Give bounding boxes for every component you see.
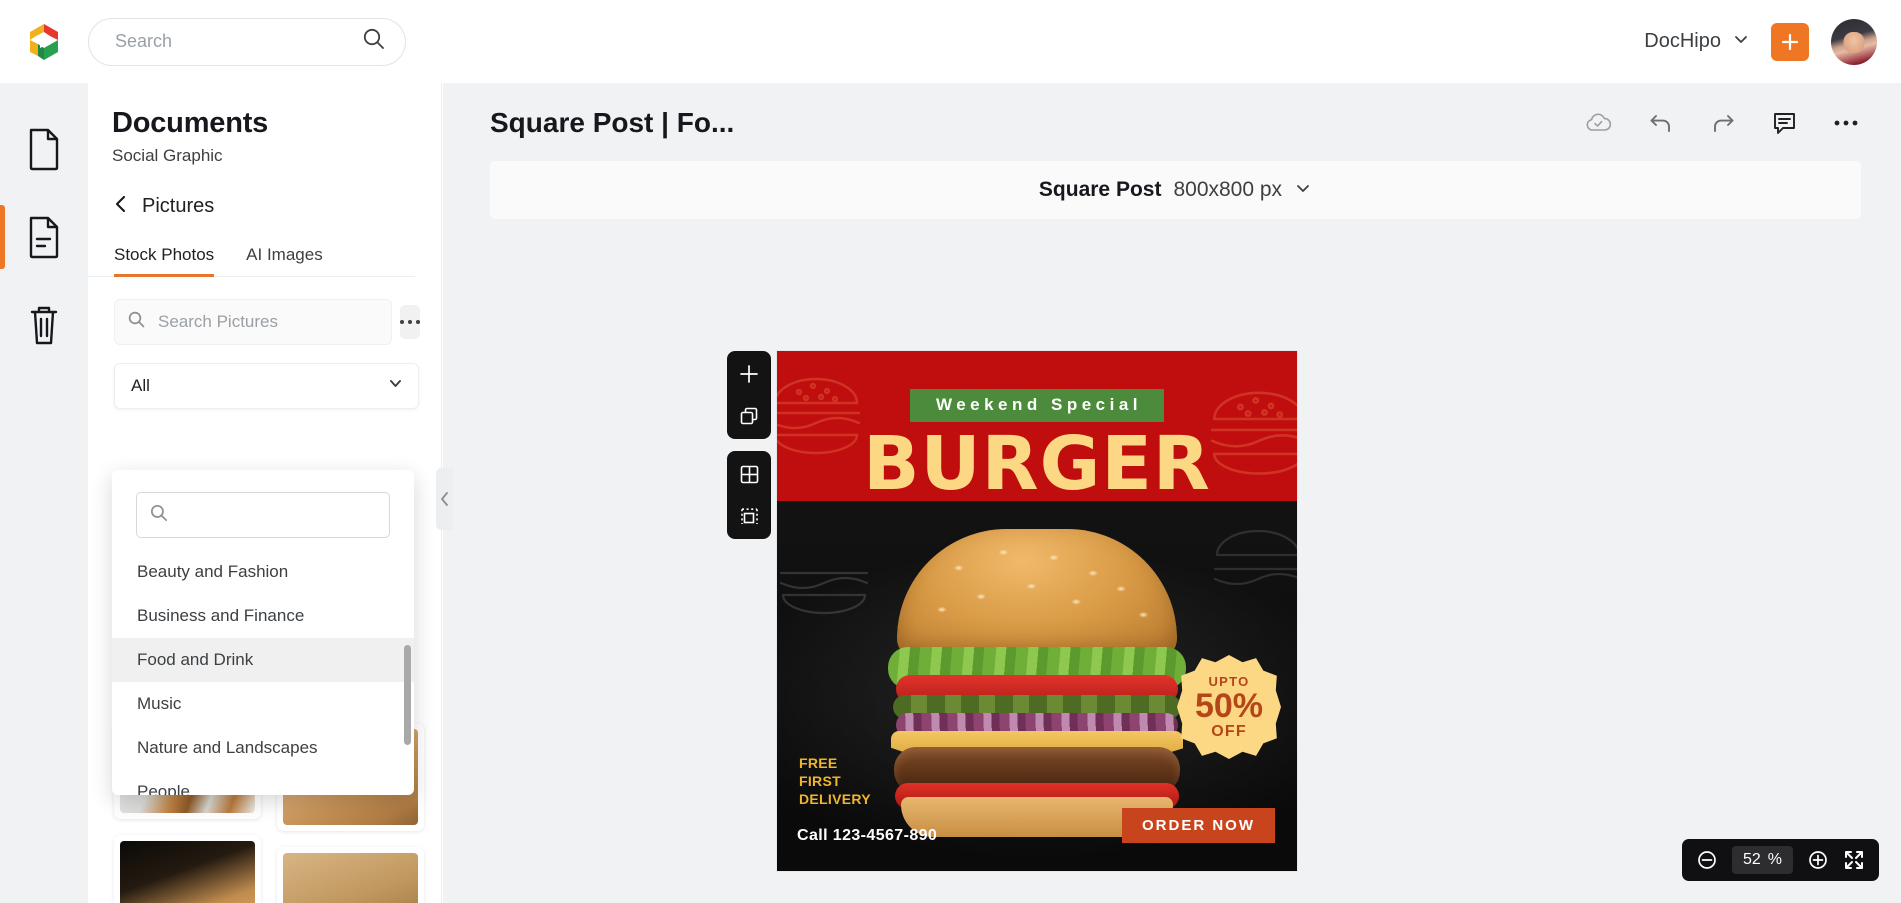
zoom-in-icon[interactable] xyxy=(1807,849,1829,871)
dochipo-editor-app: DocHipo xyxy=(0,0,1901,903)
grid-icon[interactable] xyxy=(736,461,762,487)
dropdown-item-beauty-and-fashion[interactable]: Beauty and Fashion xyxy=(112,550,414,594)
panel-tabs: Stock Photos AI Images xyxy=(88,219,415,277)
burger-outline-decor-icon xyxy=(1193,511,1297,621)
tab-ai-images[interactable]: AI Images xyxy=(246,245,323,276)
page-subtitle: Social Graphic xyxy=(112,146,223,165)
dropdown-item-business-and-finance[interactable]: Business and Finance xyxy=(112,594,414,638)
rail-item-templates[interactable] xyxy=(0,193,88,281)
top-bar-right: DocHipo xyxy=(1644,18,1901,65)
user-avatar[interactable] xyxy=(1831,18,1877,65)
rail-item-documents[interactable] xyxy=(0,105,88,193)
page-tools-group-layout xyxy=(727,451,771,539)
crop-icon[interactable] xyxy=(736,503,762,529)
top-bar: DocHipo xyxy=(0,0,1901,83)
order-now-button[interactable]: ORDER NOW xyxy=(1122,808,1275,843)
add-page-icon[interactable] xyxy=(736,361,762,387)
cloud-saved-icon[interactable] xyxy=(1585,112,1612,134)
zoom-out-icon[interactable] xyxy=(1696,849,1718,871)
brand-logo-wrap[interactable] xyxy=(0,20,88,64)
chevron-down-icon xyxy=(387,375,404,397)
dropdown-item-nature-and-landscapes[interactable]: Nature and Landscapes xyxy=(112,726,414,770)
free-delivery-line-3: DELIVERY xyxy=(799,791,871,808)
rail-item-trash[interactable] xyxy=(0,281,88,369)
stock-photo-thumb[interactable] xyxy=(114,835,261,903)
create-new-button[interactable] xyxy=(1771,22,1809,61)
panel-back-label: Pictures xyxy=(142,195,215,217)
thumb-image xyxy=(120,841,255,903)
page-tools xyxy=(727,351,771,539)
dropdown-search[interactable] xyxy=(136,492,400,538)
bun-top xyxy=(897,529,1177,659)
dropdown-scrollbar[interactable] xyxy=(404,645,411,745)
call-text[interactable]: Call 123-4567-890 xyxy=(797,827,937,845)
panel-back-button[interactable]: Pictures xyxy=(88,166,441,219)
dropdown-search-input[interactable] xyxy=(169,505,400,525)
account-menu[interactable]: DocHipo xyxy=(1644,30,1749,53)
dropdown-item-people[interactable]: People xyxy=(112,770,414,795)
thumb-image xyxy=(283,853,418,903)
poster-headline[interactable]: BURGER xyxy=(863,421,1211,507)
dropdown-item-music[interactable]: Music xyxy=(112,682,414,726)
category-select[interactable]: All xyxy=(114,363,419,409)
search-input[interactable] xyxy=(115,31,361,52)
dochipo-logo-icon xyxy=(22,20,66,64)
editor-area: Square Post | Fo... Square Post 800x800 … xyxy=(443,83,1901,903)
icon-rail xyxy=(0,83,88,903)
zoom-control: 52 % xyxy=(1681,839,1879,881)
search-icon xyxy=(127,310,146,334)
burger-photo-object[interactable] xyxy=(882,529,1192,837)
category-select-value: All xyxy=(131,376,150,395)
picture-search-input[interactable] xyxy=(158,312,379,332)
more-icon[interactable] xyxy=(1833,119,1859,127)
document-header: Square Post | Fo... xyxy=(443,83,1901,139)
undo-icon[interactable] xyxy=(1648,112,1674,134)
panel-collapse-handle[interactable] xyxy=(436,468,453,530)
offer-badge[interactable]: UPTO 50% OFF xyxy=(1177,655,1281,759)
search-icon[interactable] xyxy=(361,26,387,57)
duplicate-page-icon[interactable] xyxy=(736,403,762,429)
picture-more-options-button[interactable] xyxy=(400,305,420,339)
document-title[interactable]: Square Post | Fo... xyxy=(490,107,734,139)
canvas-size-name: Square Post xyxy=(1038,178,1162,201)
poster-ribbon[interactable]: Weekend Special xyxy=(909,389,1165,422)
design-canvas[interactable]: Weekend Special BURGER UPTO 50% OFF FREE… xyxy=(777,351,1297,871)
dot-icon xyxy=(408,320,412,324)
free-delivery-line-2: FIRST xyxy=(799,773,841,790)
category-dropdown: Beauty and Fashion Business and Finance … xyxy=(112,470,414,795)
dot-icon xyxy=(416,320,420,324)
free-delivery-line-1: FREE xyxy=(799,755,838,772)
dropdown-item-food-and-drink[interactable]: Food and Drink xyxy=(112,638,414,682)
fullscreen-icon[interactable] xyxy=(1843,849,1865,871)
poster-photo: UPTO 50% OFF FREE FIRST DELIVERY Call 12… xyxy=(777,501,1297,871)
global-search[interactable] xyxy=(88,17,406,66)
dropdown-list: Beauty and Fashion Business and Finance … xyxy=(112,550,414,795)
canvas-size-dimensions: 800x800 px xyxy=(1173,178,1283,201)
zoom-value: 52 xyxy=(1742,851,1761,868)
burger-outline-decor-icon xyxy=(777,519,889,629)
chevron-down-icon xyxy=(1733,30,1749,53)
picture-search[interactable] xyxy=(114,299,392,345)
offer-off-label: OFF xyxy=(1211,722,1247,740)
chevron-left-icon xyxy=(114,194,128,219)
stock-photo-thumb[interactable] xyxy=(277,847,424,903)
page-title: Documents xyxy=(112,107,269,139)
burger-outline-decor-icon xyxy=(1199,371,1297,491)
burger-outline-decor-icon xyxy=(777,359,871,469)
offer-value: 50% xyxy=(1194,686,1264,725)
account-name: DocHipo xyxy=(1644,30,1721,52)
zoom-value-field[interactable]: 52 % xyxy=(1731,846,1793,874)
chevron-down-icon xyxy=(1294,179,1312,202)
page-tools-group-add xyxy=(727,351,771,439)
redo-icon[interactable] xyxy=(1710,112,1736,134)
search-icon xyxy=(149,503,169,528)
document-actions xyxy=(1585,111,1871,136)
picture-search-row xyxy=(88,277,441,345)
dot-icon xyxy=(400,320,404,324)
comment-icon[interactable] xyxy=(1772,111,1797,136)
tab-stock-photos[interactable]: Stock Photos xyxy=(114,245,215,277)
free-delivery-text[interactable]: FREE FIRST DELIVERY xyxy=(799,755,871,809)
zoom-unit: % xyxy=(1767,851,1782,868)
canvas-size-bar[interactable]: Square Post 800x800 px xyxy=(490,161,1861,219)
